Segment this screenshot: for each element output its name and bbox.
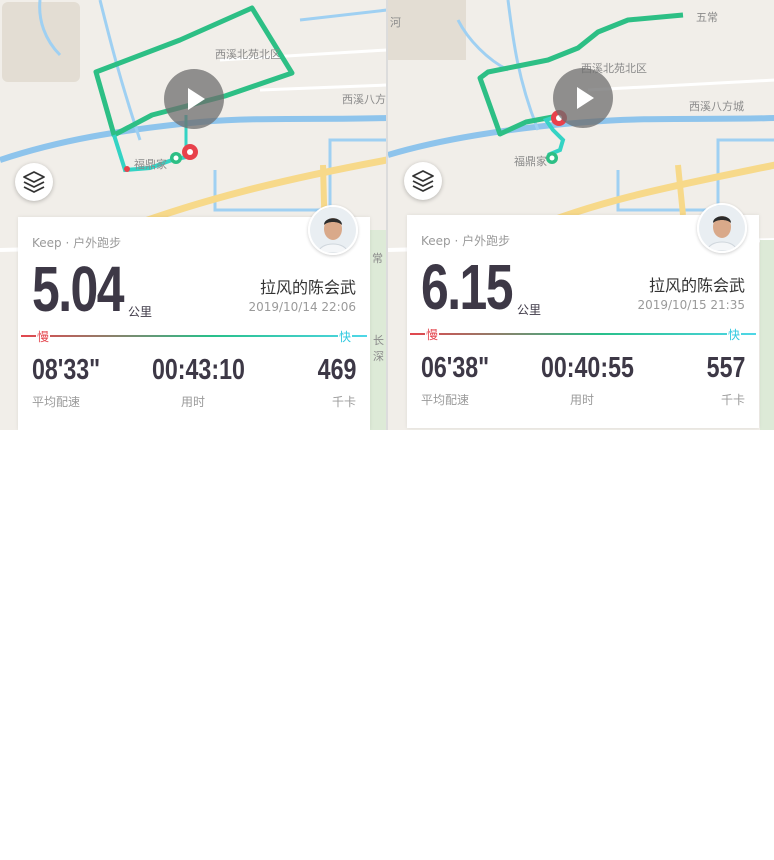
map-label: 福鼎家 [134,158,167,171]
distance-unit: 公里 [517,303,542,317]
run-summary-card: Keep · 户外跑步 5.04 公里 拉风的陈会武 2019/10/14 22… [18,205,370,430]
pace-slow-label: 慢 [425,326,440,343]
map-label: 河 [390,16,401,29]
user-name: 拉风的陈会武 [259,278,356,297]
map-label: 福鼎家 [514,155,547,168]
app-brand: Keep · 户外跑步 [32,236,122,250]
map-label: 西溪北苑北区 [215,48,281,61]
calories-value: 557 [706,352,745,384]
map-label: 西溪八方 [342,93,386,106]
layers-icon[interactable] [15,163,53,201]
user-name: 拉风的陈会武 [648,276,745,295]
distance-value: 5.04 [32,253,124,325]
map-label: 深 [373,350,384,363]
distance-value: 6.15 [421,251,513,323]
map-label: 五常 [696,11,718,24]
calories-label: 千卡 [331,395,356,409]
distance-unit: 公里 [128,305,153,319]
run-record-panel-1: 西溪北苑北区 西溪八方 福鼎家 常 长 深 Keep · 户外跑步 5.04 公… [0,0,387,430]
pace-gradient-bar [21,335,367,337]
play-icon[interactable] [164,69,224,129]
run-record-panel-2: 西溪北苑北区 西溪八方城 福鼎家 五常 河 Keep · 户外跑步 6.15 公… [388,0,774,430]
avg-pace-label: 平均配速 [32,395,81,409]
map-label: 长 [373,334,384,347]
duration-value: 00:40:55 [541,352,634,384]
run-datetime: 2019/10/14 22:06 [248,300,356,314]
map-label: 西溪八方城 [689,100,744,113]
app-brand: Keep · 户外跑步 [421,234,511,248]
duration-label: 用时 [570,393,595,407]
pace-fast-label: 快 [337,328,352,345]
pace-fast-label: 快 [726,326,741,343]
calories-value: 469 [317,354,356,386]
avg-pace-value: 06'38" [421,352,490,384]
avg-pace-value: 08'33" [32,354,101,386]
map-label: 常 [372,252,383,265]
pace-slow-label: 慢 [36,328,51,345]
play-icon[interactable] [553,68,613,128]
pace-gradient-bar [410,333,756,335]
run-datetime: 2019/10/15 21:35 [637,298,745,312]
calories-label: 千卡 [720,393,745,407]
user-avatar[interactable] [308,205,358,255]
duration-value: 00:43:10 [152,354,245,386]
avg-pace-label: 平均配速 [421,393,470,407]
run-summary-card: Keep · 户外跑步 6.15 公里 拉风的陈会武 2019/10/15 21… [407,203,759,428]
layers-icon[interactable] [404,162,442,200]
duration-label: 用时 [181,395,206,409]
user-avatar[interactable] [697,203,747,253]
